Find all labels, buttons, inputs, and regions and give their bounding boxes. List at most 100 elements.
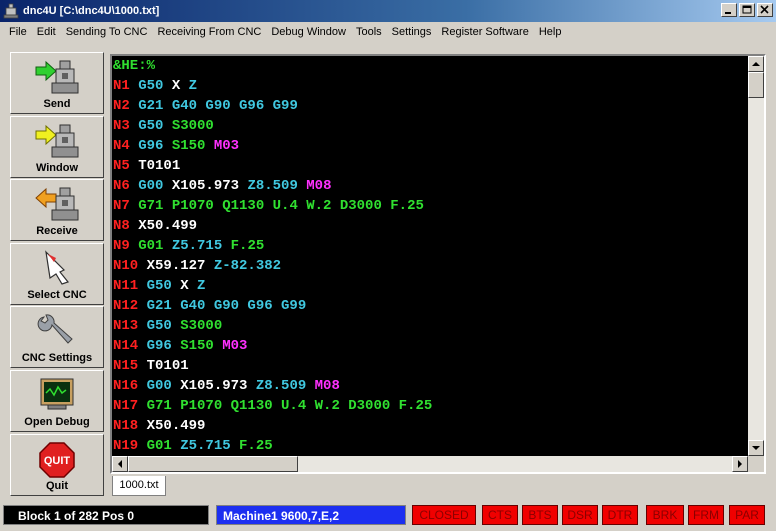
code-token: N5 [113,158,139,174]
code-token: S150 [180,338,223,354]
cnc-settings-button[interactable]: CNC Settings [10,306,104,369]
window-label: Window [35,161,79,174]
code-token: Z5.715 [171,238,231,254]
open-debug-button[interactable]: Open Debug [10,369,104,432]
code-token: Z8.509 [255,378,315,394]
horizontal-scroll-thumb[interactable] [128,456,298,472]
code-token: N13 [113,318,147,334]
code-token: X59.127 [146,258,214,274]
horizontal-scrollbar[interactable] [112,456,748,472]
receive-from-machine-icon [35,187,79,221]
code-line: N10 X59.127 Z-82.382 [112,256,748,276]
code-token: N19 [113,438,147,454]
code-token: G96 [138,138,172,154]
code-line: N3 G50 S3000 [112,116,748,136]
code-token: T0101 [138,158,181,174]
status-flag-cts: CTS [482,505,518,525]
code-token: N16 [113,378,147,394]
open-debug-label: Open Debug [24,415,90,428]
app-icon[interactable] [3,3,19,19]
debug-monitor-icon [40,378,74,410]
code-token: X [171,78,189,94]
code-token: T0101 [146,358,189,374]
code-line: N18 X50.499 [112,416,748,436]
code-token: N15 [113,358,147,374]
gcode-editor[interactable]: &HE:% N1 G50 X Z N2 G21 G40 G90 G96 G99 N3 … [112,56,748,456]
window-button[interactable]: Window [10,115,104,178]
status-flag-dtr: DTR [602,505,638,525]
arrow-down-icon [752,446,760,450]
receive-button[interactable]: Receive [10,179,104,242]
menu-receiving-from-cnc[interactable]: Receiving From CNC [152,23,266,41]
code-line: N7 G71 P1070 Q1130 U.4 W.2 D3000 F.25 [112,196,748,216]
close-button[interactable] [757,3,773,17]
select-cnc-label: Select CNC [27,288,87,301]
menu-settings[interactable]: Settings [387,23,437,41]
menu-tools[interactable]: Tools [351,23,387,41]
vertical-scrollbar[interactable] [748,56,764,456]
left-toolbar: Send Window Receive Select CNC CNC Setti… [10,52,104,497]
code-line: N6 G00 X105.973 Z8.509 M08 [112,176,748,196]
menu-file[interactable]: File [4,23,32,41]
code-line: N15 T0101 [112,356,748,376]
file-tab[interactable]: 1000.txt [112,476,166,496]
quit-button[interactable]: QUIT Quit [10,433,104,496]
window-title: dnc4U [C:\dnc4U\1000.txt] [23,5,160,17]
code-token: Z5.715 [180,438,240,454]
scroll-up-button[interactable] [748,56,764,72]
code-line: N11 G50 X Z [112,276,748,296]
code-line: &HE:% [112,56,748,76]
machine-port-status: Machine1 9600,7,E,2 [216,505,406,525]
code-token: S3000 [180,318,223,334]
code-token: Z-82.382 [213,258,282,274]
code-line: N1 G50 X Z [112,76,748,96]
status-bar: Block 1 of 282 Pos 0 Machine1 9600,7,E,2… [0,503,776,531]
menu-bar: File Edit Sending To CNC Receiving From … [0,22,776,42]
status-flag-par: PAR [729,505,765,525]
status-flag-dsr: DSR [562,505,598,525]
menu-debug-window[interactable]: Debug Window [266,23,351,41]
code-line: N17 G71 P1070 Q1130 U.4 W.2 D3000 F.25 [112,396,748,416]
send-button[interactable]: Send [10,52,104,114]
code-token: N7 [113,198,139,214]
arrow-right-icon [738,460,742,468]
code-line: N5 T0101 [112,156,748,176]
code-token: N14 [113,338,147,354]
code-token: G00 [138,178,172,194]
title-bar: dnc4U [C:\dnc4U\1000.txt] [0,0,776,22]
scroll-right-button[interactable] [732,456,748,472]
code-token: N18 [113,418,147,434]
code-token: N6 [113,178,139,194]
select-cnc-button[interactable]: Select CNC [10,242,104,305]
close-icon [760,5,769,14]
window-machine-icon [35,124,79,158]
code-token: G01 [138,238,172,254]
code-token: X50.499 [138,218,198,234]
menu-help[interactable]: Help [534,23,567,41]
code-token: X105.973 [180,378,256,394]
wrench-icon [37,314,73,345]
scroll-down-button[interactable] [748,440,764,456]
code-token: N2 [113,98,139,114]
code-token: X [180,278,198,294]
code-token: N1 [113,78,139,94]
code-token: M03 [213,138,240,154]
scrollbar-corner [748,456,764,472]
code-line: N13 G50 S3000 [112,316,748,336]
code-token: N9 [113,238,139,254]
minimize-button[interactable] [721,3,737,17]
menu-sending-to-cnc[interactable]: Sending To CNC [61,23,153,41]
code-line: N8 X50.499 [112,216,748,236]
code-token: G21 G40 G90 G96 G99 [146,298,307,314]
vertical-scroll-thumb[interactable] [748,72,764,98]
code-token: Z [197,278,206,294]
menu-edit[interactable]: Edit [32,23,61,41]
code-token: &HE:% [113,58,156,74]
code-token: G71 P1070 Q1130 U.4 W.2 D3000 F.25 [138,198,424,214]
menu-register-software[interactable]: Register Software [436,23,533,41]
quit-label: Quit [46,479,68,492]
block-position-status: Block 1 of 282 Pos 0 [3,505,209,525]
code-line: N9 G01 Z5.715 F.25 [112,236,748,256]
maximize-button[interactable] [739,3,755,17]
scroll-left-button[interactable] [112,456,128,472]
